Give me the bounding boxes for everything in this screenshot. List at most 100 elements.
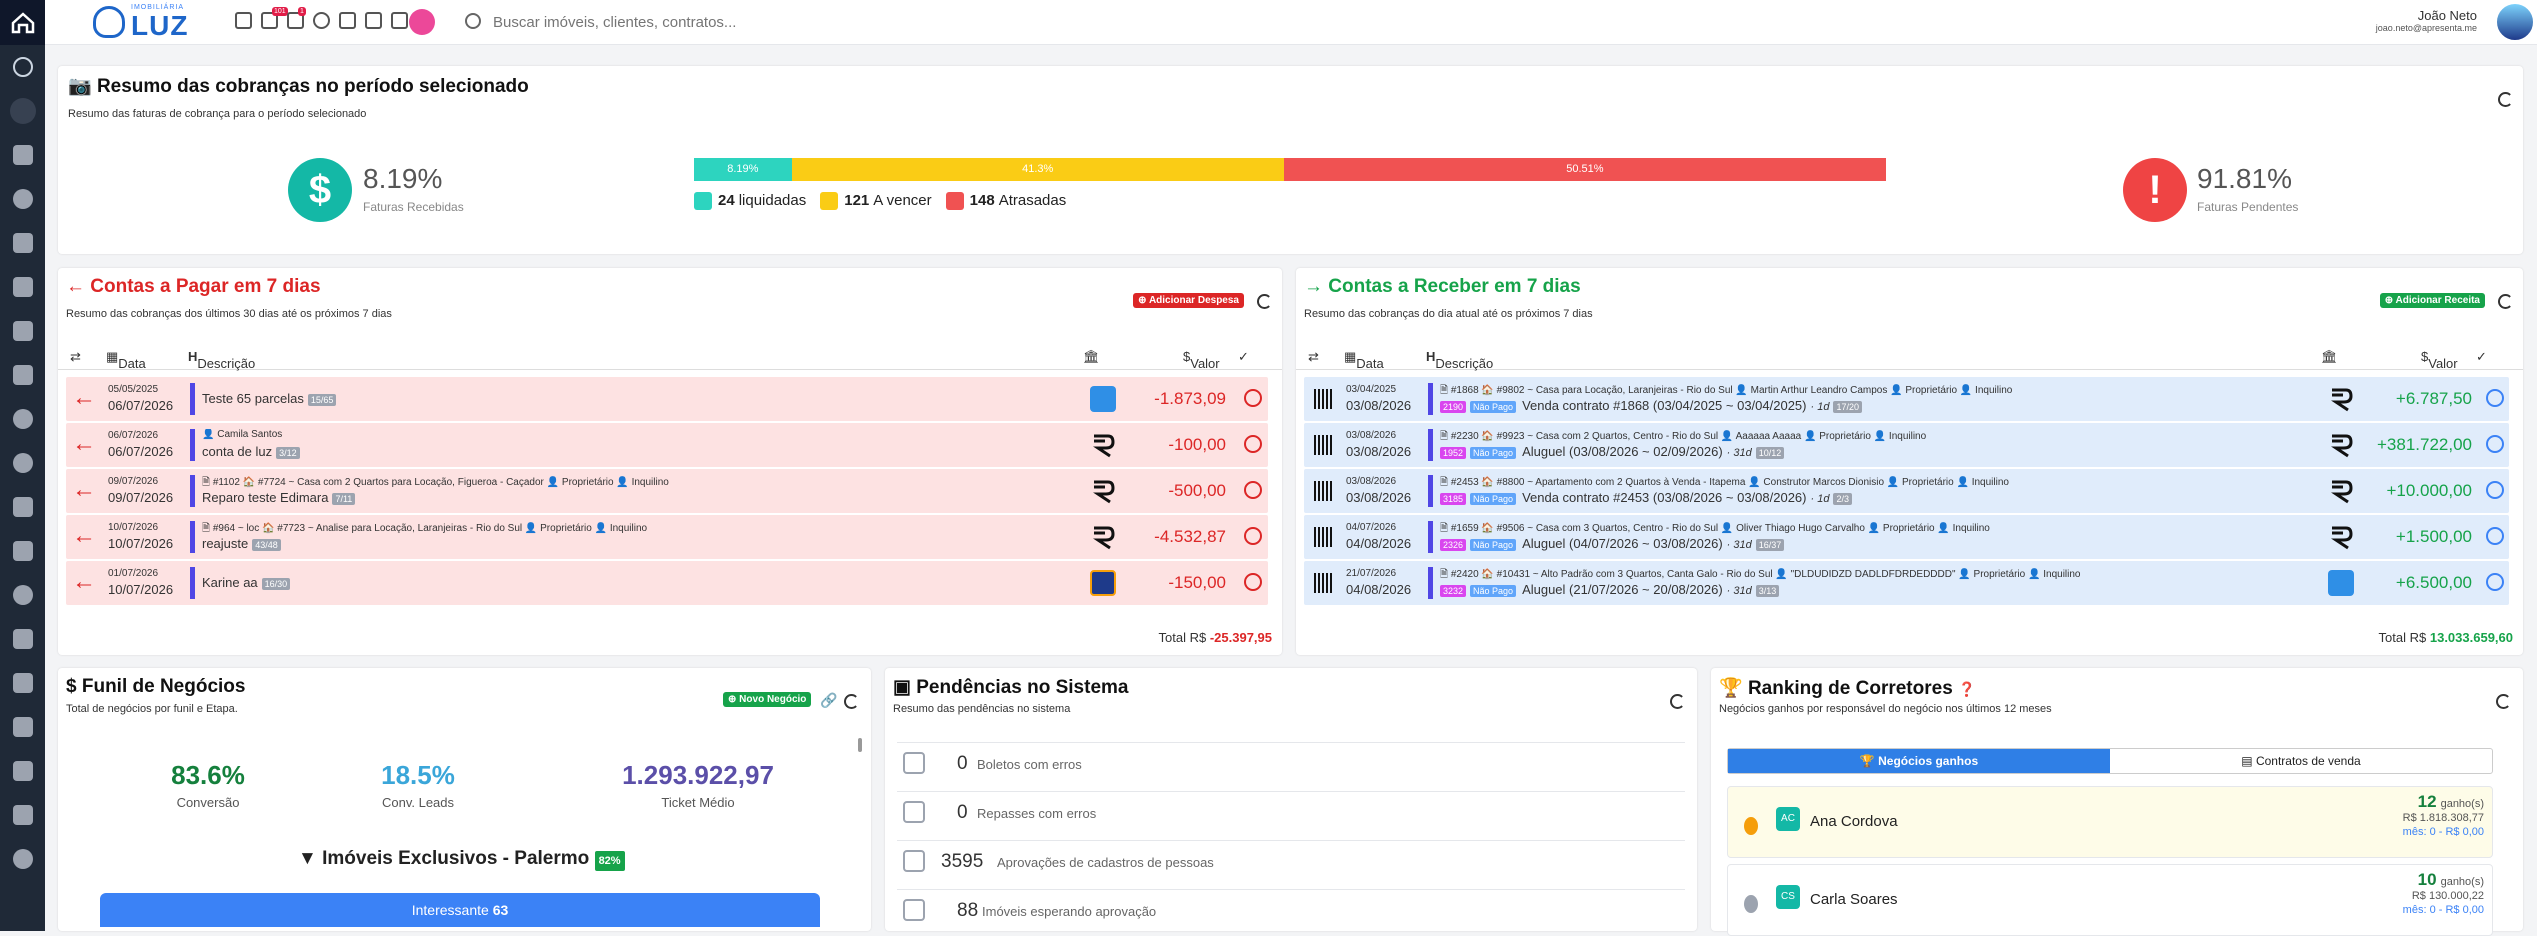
desc-column[interactable]: H Descrição — [1426, 349, 1493, 371]
pendencia-item[interactable]: 0 Boletos com erros — [897, 742, 1685, 782]
table-row[interactable]: ← 06/07/2026 06/07/2026 👤 Camila Santos cont… — [66, 423, 1268, 467]
clock-icon[interactable] — [1244, 389, 1262, 407]
handshake-icon[interactable] — [0, 705, 45, 749]
grid-icon[interactable] — [235, 12, 252, 29]
scrollbar[interactable] — [858, 738, 862, 752]
funnel-badge: 82% — [594, 851, 625, 871]
table-row[interactable]: 03/04/2025 03/08/2026 🗎 #1868 🏠 #9802 ~ Ca… — [1304, 377, 2509, 421]
home-icon[interactable] — [0, 0, 45, 45]
funnel-stage-bar[interactable]: Interessante 63 — [100, 893, 820, 927]
swap-icon[interactable]: ⇄ — [1308, 349, 1319, 365]
status-bar: 8.19% 41.3% 50.51% — [694, 158, 1886, 181]
search-input[interactable] — [493, 8, 893, 36]
row-title-line: 3185 Não Pago Venda contrato #2453 (03/08/… — [1440, 490, 1852, 505]
phone-icon[interactable] — [0, 265, 45, 309]
clock-icon[interactable] — [2486, 435, 2504, 453]
table-row[interactable]: 03/08/2026 03/08/2026 🗎 #2230 🏠 #9923 ~ Ca… — [1304, 423, 2509, 467]
tab-negocios-ganhos[interactable]: 🏆 Negócios ganhos — [1728, 749, 2110, 773]
alert-icon[interactable] — [0, 617, 45, 661]
pendencia-item[interactable]: 3595 Aprovações de cadastros de pessoas — [897, 840, 1685, 880]
whatsapp-icon[interactable] — [0, 177, 45, 221]
refresh-icon[interactable] — [2498, 92, 2513, 107]
ranking-item[interactable]: CS Carla Soares 10 ganho(s) R$ 130.000,22 mês… — [1727, 864, 2493, 936]
clock-icon[interactable] — [1244, 435, 1262, 453]
add-revenue-button[interactable]: ⊕ Adicionar Receita — [2379, 293, 2485, 308]
col-data-label: Data — [118, 356, 146, 371]
toolbar-icons: 101 1 — [235, 7, 408, 29]
search-icon[interactable] — [0, 45, 45, 89]
refresh-icon[interactable] — [1670, 694, 1685, 709]
user-icon[interactable] — [0, 441, 45, 485]
leads-value: 18.5% — [381, 760, 455, 790]
clock-icon[interactable] — [2486, 527, 2504, 545]
table-row[interactable]: ← 09/07/2026 09/07/2026 🗎 #1102 🏠 #7724 ~ C… — [66, 469, 1268, 513]
row-date-due: 06/07/2026 — [108, 398, 174, 413]
check-icon[interactable]: ✓ — [2476, 349, 2487, 365]
phone-icon[interactable] — [365, 12, 382, 29]
clock-icon[interactable] — [1244, 527, 1262, 545]
users-icon[interactable]: 1 — [287, 7, 306, 29]
link-icon[interactable]: 🔗 — [820, 692, 837, 709]
table-row[interactable]: 21/07/2026 04/08/2026 🗎 #2420 🏠 #10431 ~ A… — [1304, 561, 2509, 605]
funil-card: $ Funil de Negócios Total de negócios po… — [58, 668, 871, 931]
house-icon[interactable] — [0, 485, 45, 529]
row-installment-tag: 3/13 — [1755, 585, 1780, 597]
house-search-icon[interactable] — [0, 749, 45, 793]
help-icon[interactable]: ❓ — [1958, 681, 1975, 697]
logo[interactable]: IMOBILIÁRIA LUZ — [83, 4, 223, 42]
avatar[interactable] — [2495, 2, 2535, 42]
swap-icon[interactable]: ⇄ — [70, 349, 81, 365]
bank-r-icon — [2328, 386, 2354, 412]
data-column[interactable]: ▦ Data — [1344, 349, 1384, 371]
clock-icon[interactable] — [1244, 573, 1262, 591]
table-row[interactable]: 03/08/2026 03/08/2026 🗎 #2453 🏠 #8800 ~ Ap… — [1304, 469, 2509, 513]
ranking-item[interactable]: AC Ana Cordova 12 ganho(s) R$ 1.818.308,77 mê… — [1727, 786, 2493, 858]
data-column[interactable]: ▦ Data — [106, 349, 146, 371]
gear-icon[interactable] — [0, 397, 45, 441]
valor-column[interactable]: $ Valor — [1183, 349, 1220, 371]
chart-icon[interactable] — [0, 353, 45, 397]
table-row[interactable]: ← 05/05/2025 06/07/2026 Teste 65 parcelas 15… — [66, 377, 1268, 421]
clock-icon[interactable] — [1244, 481, 1262, 499]
table-row[interactable]: 04/07/2026 04/08/2026 🗎 #1659 🏠 #9506 ~ Ca… — [1304, 515, 2509, 559]
refresh-icon[interactable] — [2496, 694, 2511, 709]
desc-column[interactable]: H Descrição — [188, 349, 255, 371]
new-deal-button[interactable]: ⊕ Novo Negócio — [723, 692, 812, 707]
calendar-icon[interactable] — [0, 793, 45, 837]
clock-icon[interactable] — [2486, 481, 2504, 499]
add-expense-button[interactable]: ⊕ Adicionar Despesa — [1133, 293, 1244, 308]
ranking-stats: 12 ganho(s) R$ 1.818.308,77 mês: 0 - R$ 0,0… — [2403, 793, 2484, 839]
pendencia-count: 3595 — [941, 851, 984, 872]
refresh-icon[interactable] — [844, 694, 859, 709]
flower-icon[interactable] — [409, 9, 435, 35]
phone-alt-icon[interactable] — [0, 309, 45, 353]
bell-icon[interactable]: 101 — [261, 7, 288, 29]
table-row[interactable]: ← 01/07/2026 10/07/2026 Karine aa 16/30 -150,… — [66, 561, 1268, 605]
refresh-icon[interactable] — [1257, 294, 1272, 309]
support-icon[interactable] — [0, 837, 45, 881]
pagar-total-value: -25.397,95 — [1209, 630, 1272, 645]
row-description: 👤 Camila Santos — [202, 429, 283, 440]
dashboard-icon[interactable] — [0, 133, 45, 177]
row-installment-tag: 17/20 — [1833, 401, 1862, 413]
user-info[interactable]: João Neto joao.neto@apresenta.me — [2376, 8, 2477, 33]
clock-icon[interactable] — [2486, 389, 2504, 407]
calendar-icon[interactable] — [339, 12, 356, 29]
trash-icon[interactable] — [391, 12, 408, 29]
valor-column[interactable]: $ Valor — [2421, 349, 2458, 371]
money-icon[interactable] — [0, 573, 45, 617]
search-alt-icon[interactable] — [0, 89, 45, 133]
ranking-title-text: Ranking de Corretores — [1747, 678, 1953, 699]
sign-icon[interactable] — [0, 661, 45, 705]
sidebar — [0, 0, 45, 931]
robot-icon[interactable] — [0, 221, 45, 265]
tab-contratos-venda[interactable]: ▤ Contratos de venda — [2110, 749, 2492, 773]
pendencia-item[interactable]: 0 Repasses com erros — [897, 791, 1685, 831]
refresh-icon[interactable] — [2498, 294, 2513, 309]
pendencia-item[interactable]: 88 Imóveis esperando aprovação — [897, 889, 1685, 929]
globe-icon[interactable] — [313, 12, 330, 29]
people-icon[interactable] — [0, 529, 45, 573]
check-icon[interactable]: ✓ — [1238, 349, 1249, 365]
clock-icon[interactable] — [2486, 573, 2504, 591]
table-row[interactable]: ← 10/07/2026 10/07/2026 🗎 #964 ~ loc 🏠 #772… — [66, 515, 1268, 559]
